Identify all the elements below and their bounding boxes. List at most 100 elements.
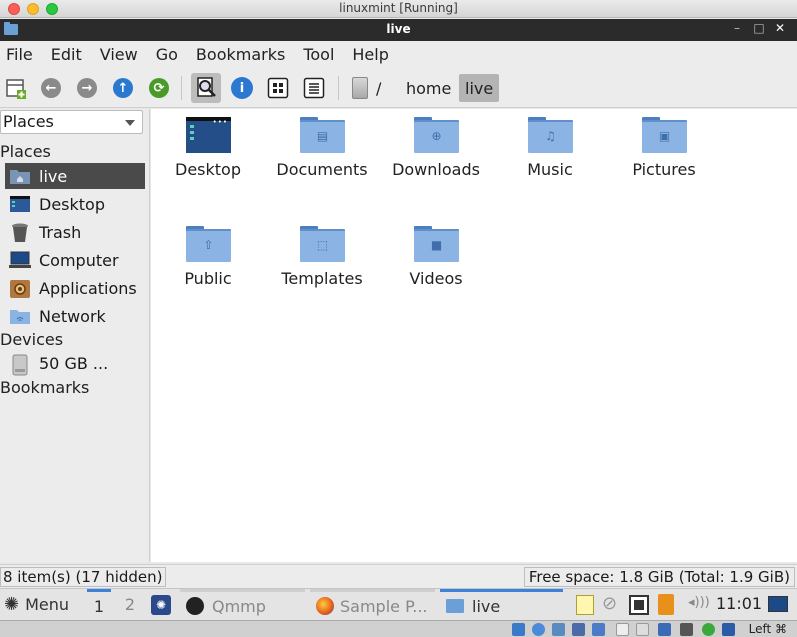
usb-status-icon[interactable] bbox=[552, 623, 565, 636]
pictures-folder-icon: ▣ bbox=[642, 117, 687, 153]
network-status-icon[interactable] bbox=[572, 623, 585, 636]
file-item-videos[interactable]: ■ Videos bbox=[379, 218, 493, 318]
keyboard-capture-icon[interactable] bbox=[680, 623, 693, 636]
qmmp-icon bbox=[186, 597, 204, 615]
sidebar-item-trash[interactable]: Trash bbox=[5, 219, 145, 245]
file-item-documents[interactable]: ▤ Documents bbox=[265, 109, 379, 209]
reload-button[interactable]: ⟳ bbox=[146, 75, 172, 101]
sidebar-item-label: Network bbox=[39, 306, 106, 326]
up-button[interactable]: ↑ bbox=[110, 75, 136, 101]
task-live[interactable]: live bbox=[440, 589, 563, 620]
menu-label: Menu bbox=[25, 595, 70, 614]
breadcrumb-root[interactable]: / bbox=[370, 74, 387, 102]
sidebar-item-label: 50 GB ... bbox=[39, 353, 109, 373]
sidebar-item-network[interactable]: Network bbox=[5, 303, 145, 329]
taskbar: ✺ Menu 1 2 ✺ Qmmp Sample P... live ⊘ ◂))… bbox=[0, 588, 797, 620]
sidebar-item-label: live bbox=[39, 166, 68, 186]
task-qmmp[interactable]: Qmmp bbox=[180, 589, 305, 620]
statusbar: 8 item(s) (17 hidden) Free space: 1.8 Gi… bbox=[0, 564, 797, 588]
capture-status-icon[interactable] bbox=[636, 623, 649, 636]
sidebar-item-live[interactable]: live bbox=[5, 163, 145, 189]
info-button[interactable]: i bbox=[229, 75, 255, 101]
minimize-button[interactable]: – bbox=[729, 21, 745, 35]
network-tray-icon[interactable]: ⊘ bbox=[602, 593, 617, 614]
maximize-button[interactable]: □ bbox=[751, 21, 767, 35]
mouse-integration-icon[interactable] bbox=[658, 623, 671, 636]
sidebar-item-disk[interactable]: 50 GB ... bbox=[5, 350, 145, 376]
menu-help[interactable]: Help bbox=[352, 45, 388, 64]
cpu-status-icon[interactable] bbox=[722, 623, 735, 636]
launcher-icon: ✺ bbox=[151, 594, 171, 615]
back-button[interactable]: ← bbox=[38, 75, 64, 101]
book-tray-icon[interactable] bbox=[658, 594, 674, 615]
harddisk-status-icon[interactable] bbox=[512, 623, 525, 636]
task-label: Sample P... bbox=[340, 596, 428, 616]
screen-tray-icon[interactable] bbox=[629, 595, 649, 615]
videos-folder-icon: ■ bbox=[414, 226, 459, 262]
sidebar-mode-value: Places bbox=[3, 112, 54, 131]
display-status-icon[interactable] bbox=[616, 623, 629, 636]
search-icon bbox=[197, 77, 216, 97]
task-label: live bbox=[472, 596, 501, 616]
task-firefox[interactable]: Sample P... bbox=[310, 589, 435, 620]
file-name: Pictures bbox=[632, 160, 696, 179]
guest-additions-icon[interactable] bbox=[702, 623, 715, 636]
file-item-downloads[interactable]: ⊕ Downloads bbox=[379, 109, 493, 209]
file-name: Templates bbox=[281, 269, 363, 288]
drive-icon bbox=[9, 354, 31, 376]
breadcrumb-home[interactable]: home bbox=[400, 74, 457, 102]
menu-tool[interactable]: Tool bbox=[303, 45, 334, 64]
search-button[interactable] bbox=[191, 73, 221, 103]
file-view: ••• Desktop ▤ Documents ⊕ Downloads ♫ Mu… bbox=[151, 109, 797, 562]
close-button[interactable]: ✕ bbox=[772, 21, 788, 35]
host-window-title: linuxmint [Running] bbox=[339, 1, 458, 15]
window-title: live bbox=[386, 22, 411, 36]
menu-go[interactable]: Go bbox=[156, 45, 178, 64]
workspace-2[interactable]: 2 bbox=[118, 589, 142, 620]
menu-edit[interactable]: Edit bbox=[51, 45, 82, 64]
chevron-down-icon bbox=[125, 120, 135, 126]
folder-icon bbox=[446, 599, 464, 613]
file-item-music[interactable]: ♫ Music bbox=[493, 109, 607, 209]
sidebar-item-computer[interactable]: Computer bbox=[5, 247, 145, 273]
optical-drive-status-icon[interactable] bbox=[532, 623, 545, 636]
volume-icon[interactable]: ◂))) bbox=[688, 595, 710, 610]
file-item-templates[interactable]: ⬚ Templates bbox=[265, 218, 379, 318]
shared-folders-status-icon[interactable] bbox=[592, 623, 605, 636]
music-folder-icon: ♫ bbox=[528, 117, 573, 153]
file-item-desktop[interactable]: ••• Desktop bbox=[151, 109, 265, 209]
firefox-icon bbox=[316, 597, 334, 615]
file-name: Videos bbox=[409, 269, 463, 288]
mint-menu-icon: ✺ bbox=[4, 594, 20, 615]
forward-button[interactable]: → bbox=[74, 75, 100, 101]
network-folder-icon bbox=[9, 307, 31, 325]
toolbar-separator bbox=[338, 76, 339, 100]
sidebar-item-desktop[interactable]: Desktop bbox=[5, 191, 145, 217]
new-tab-button[interactable] bbox=[3, 75, 29, 101]
arrow-right-icon: → bbox=[77, 78, 97, 98]
icon-view-button[interactable] bbox=[265, 75, 291, 101]
menu-view[interactable]: View bbox=[100, 45, 138, 64]
toolbar-separator bbox=[181, 76, 182, 100]
section-header-bookmarks: Bookmarks bbox=[0, 378, 90, 397]
menu-file[interactable]: File bbox=[6, 45, 33, 64]
launcher-button[interactable]: ✺ bbox=[151, 589, 171, 620]
breadcrumb-live[interactable]: live bbox=[459, 74, 500, 102]
task-label: Qmmp bbox=[212, 596, 266, 616]
list-view-button[interactable] bbox=[301, 75, 327, 101]
clock[interactable]: 11:01 bbox=[716, 594, 762, 613]
workspace-1[interactable]: 1 bbox=[87, 589, 111, 620]
applications-icon bbox=[9, 279, 31, 298]
notes-tray-icon[interactable] bbox=[576, 595, 594, 615]
show-desktop-icon[interactable] bbox=[768, 596, 788, 612]
home-folder-icon bbox=[9, 167, 31, 185]
file-item-public[interactable]: ⇧ Public bbox=[151, 218, 265, 318]
sidebar-item-label: Computer bbox=[39, 250, 119, 270]
menu-bookmarks[interactable]: Bookmarks bbox=[196, 45, 285, 64]
sidebar-item-applications[interactable]: Applications bbox=[5, 275, 145, 301]
trash-icon bbox=[9, 223, 31, 242]
menu-button[interactable]: ✺ Menu bbox=[4, 589, 69, 620]
sidebar-mode-select[interactable]: Places bbox=[0, 110, 143, 134]
info-icon: i bbox=[231, 77, 253, 99]
file-item-pictures[interactable]: ▣ Pictures bbox=[607, 109, 721, 209]
